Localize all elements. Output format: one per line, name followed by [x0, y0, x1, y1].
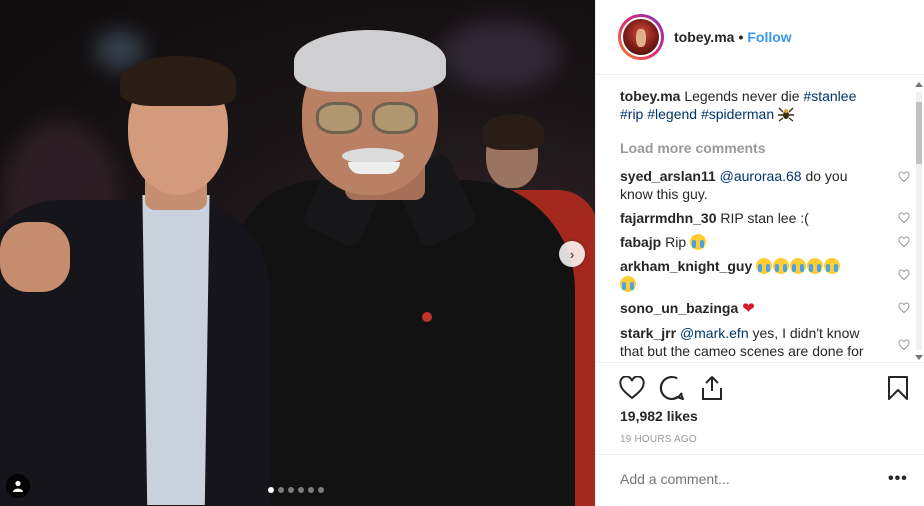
comment-mention[interactable]: @mark.efn [680, 325, 749, 341]
comment-button[interactable] [658, 374, 686, 402]
photo-arm [0, 222, 70, 292]
red-heart-emoji-icon: ❤ [742, 300, 755, 317]
likes-count[interactable]: 19,982 likes [620, 408, 698, 424]
weary-emoji-icon [756, 258, 773, 274]
spider-emoji-icon [778, 107, 795, 122]
comment-text: RIP stan lee :( [716, 210, 809, 226]
hashtag-link[interactable]: #stanlee [803, 88, 856, 104]
save-button[interactable] [884, 374, 912, 402]
comment-username[interactable]: sono_un_bazinga [620, 300, 738, 316]
comment-item: syed_arslan11 @auroraa.68 do you know th… [620, 167, 910, 203]
comment-item: arkham_knight_guy [620, 257, 910, 293]
like-comment-heart-icon[interactable] [898, 212, 910, 224]
person-tag-icon [13, 480, 23, 492]
like-comment-heart-icon[interactable] [898, 269, 910, 281]
comments-list[interactable]: tobey.ma Legends never die #stanlee #rip… [620, 87, 910, 362]
hashtag-link[interactable]: #legend [647, 106, 697, 122]
comment-username[interactable]: fabajp [620, 234, 661, 250]
weary-emoji-icon [620, 276, 636, 292]
comments-scrollbar[interactable] [914, 80, 924, 362]
weary-emoji-icon [790, 258, 807, 274]
like-comment-heart-icon[interactable] [898, 302, 910, 314]
carousel-dot [308, 487, 314, 493]
hashtag-link[interactable]: #spiderman [701, 106, 774, 122]
carousel-dot [278, 487, 284, 493]
scrollbar-thumb[interactable] [916, 102, 922, 164]
post-photo[interactable]: › [0, 0, 595, 506]
post-side-panel: tobey.ma • Follow tobey.ma Legends never… [595, 0, 924, 506]
carousel-dot [318, 487, 324, 493]
comment-mention[interactable]: @auroraa.68 [720, 168, 802, 184]
comment-item: sono_un_bazinga ❤ [620, 299, 910, 318]
load-more-comments[interactable]: Load more comments [620, 139, 910, 157]
add-comment-bar: ••• [596, 454, 924, 506]
comment-item: stark_jrr @mark.efn yes, I didn't know t… [620, 324, 910, 362]
comment-icon [659, 375, 684, 400]
author-username[interactable]: tobey.ma [674, 29, 734, 45]
weary-emoji-icon [807, 258, 824, 274]
comment-text: Rip [661, 234, 687, 250]
avatar[interactable] [618, 14, 664, 60]
photo-subject-right [230, 30, 575, 506]
weary-emoji-icon [824, 258, 841, 274]
carousel-dot [288, 487, 294, 493]
comment-item: fajarrmdhn_30 RIP stan lee :( [620, 209, 910, 227]
tagged-people-button[interactable] [6, 474, 30, 498]
heart-icon [619, 376, 645, 400]
action-bar [596, 362, 924, 412]
scroll-up-arrow-icon[interactable] [915, 82, 923, 87]
add-comment-input[interactable] [620, 471, 870, 487]
weary-emoji-icon [773, 258, 790, 274]
comment-username[interactable]: stark_jrr [620, 325, 676, 341]
like-comment-heart-icon[interactable] [898, 339, 910, 351]
weary-emoji-icon [690, 234, 707, 250]
share-icon [702, 376, 722, 400]
hashtag-link[interactable]: #rip [620, 106, 643, 122]
comment-username[interactable]: fajarrmdhn_30 [620, 210, 716, 226]
like-button[interactable] [618, 374, 646, 402]
next-arrow-icon: › [569, 246, 575, 262]
post-timestamp[interactable]: 19 HOURS AGO [620, 434, 697, 445]
carousel-dot [298, 487, 304, 493]
carousel-indicator [268, 487, 324, 493]
caption: tobey.ma Legends never die #stanlee #rip… [620, 87, 910, 123]
like-comment-heart-icon[interactable] [898, 171, 910, 183]
post-header: tobey.ma • Follow [596, 0, 924, 75]
follow-button[interactable]: Follow [747, 29, 791, 45]
header-separator: • [738, 29, 744, 45]
carousel-next-button[interactable]: › [559, 241, 585, 267]
caption-username[interactable]: tobey.ma [620, 88, 680, 104]
carousel-dot [268, 487, 274, 493]
bookmark-icon [888, 376, 908, 400]
comment-item: fabajp Rip [620, 233, 910, 251]
comment-username[interactable]: syed_arslan11 [620, 168, 716, 184]
caption-text: Legends never die [684, 88, 800, 104]
share-button[interactable] [698, 374, 726, 402]
comment-username[interactable]: arkham_knight_guy [620, 258, 752, 274]
like-comment-heart-icon[interactable] [898, 236, 910, 248]
scroll-down-arrow-icon[interactable] [915, 355, 923, 360]
more-options-button[interactable]: ••• [888, 470, 908, 488]
